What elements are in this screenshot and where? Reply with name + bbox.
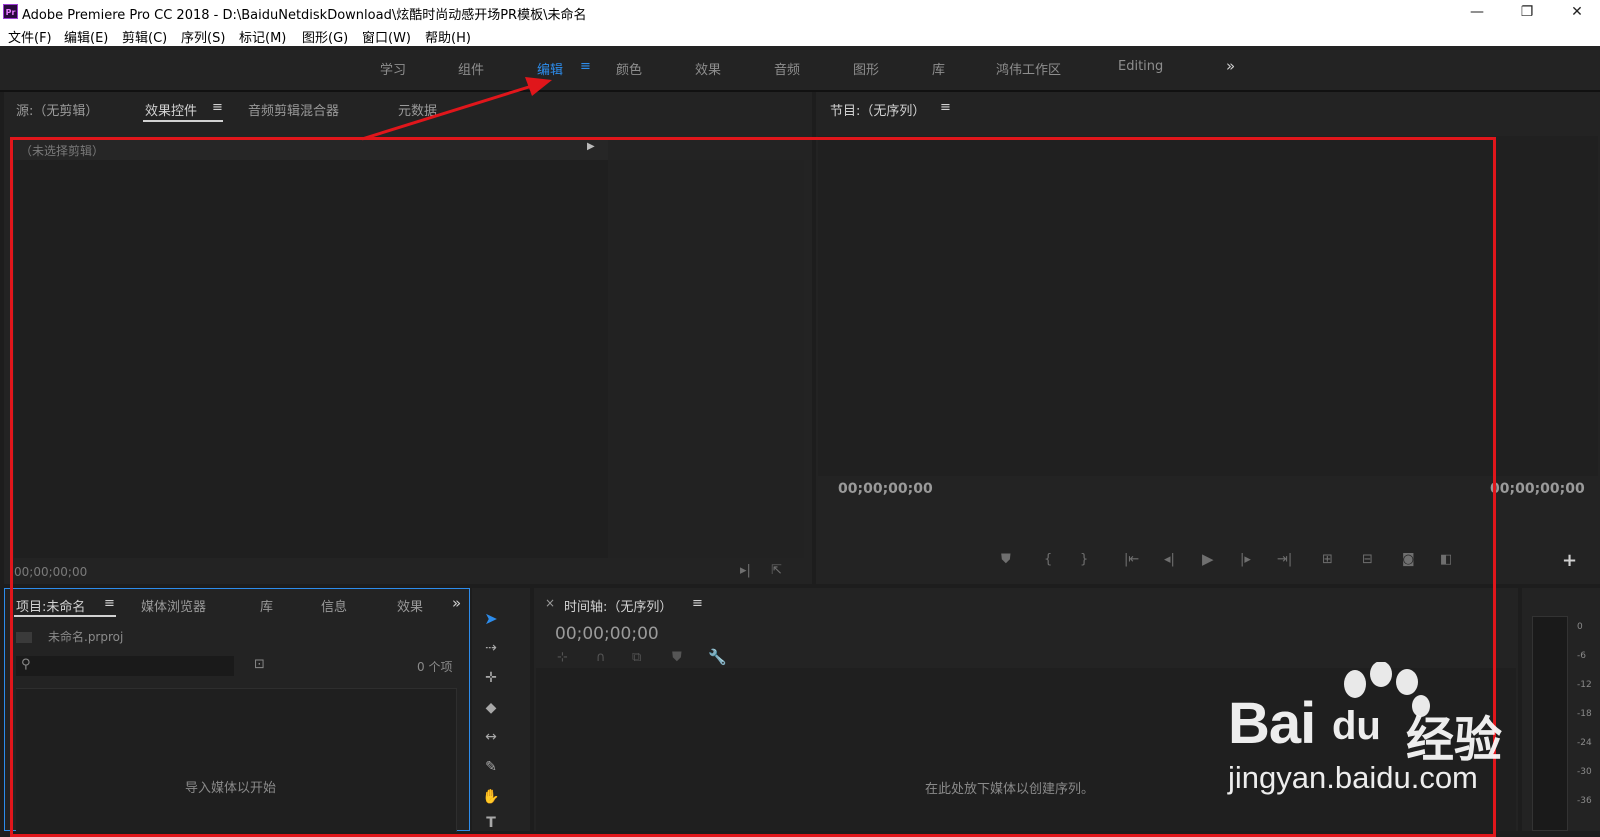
- watermark-url: jingyan.baidu.com: [1228, 760, 1478, 795]
- watermark-brand-du: du: [1332, 704, 1381, 748]
- watermark-brand: Bai: [1228, 691, 1316, 756]
- baidu-jingyan-watermark: Bai du 经验 jingyan.baidu.com: [1228, 660, 1528, 800]
